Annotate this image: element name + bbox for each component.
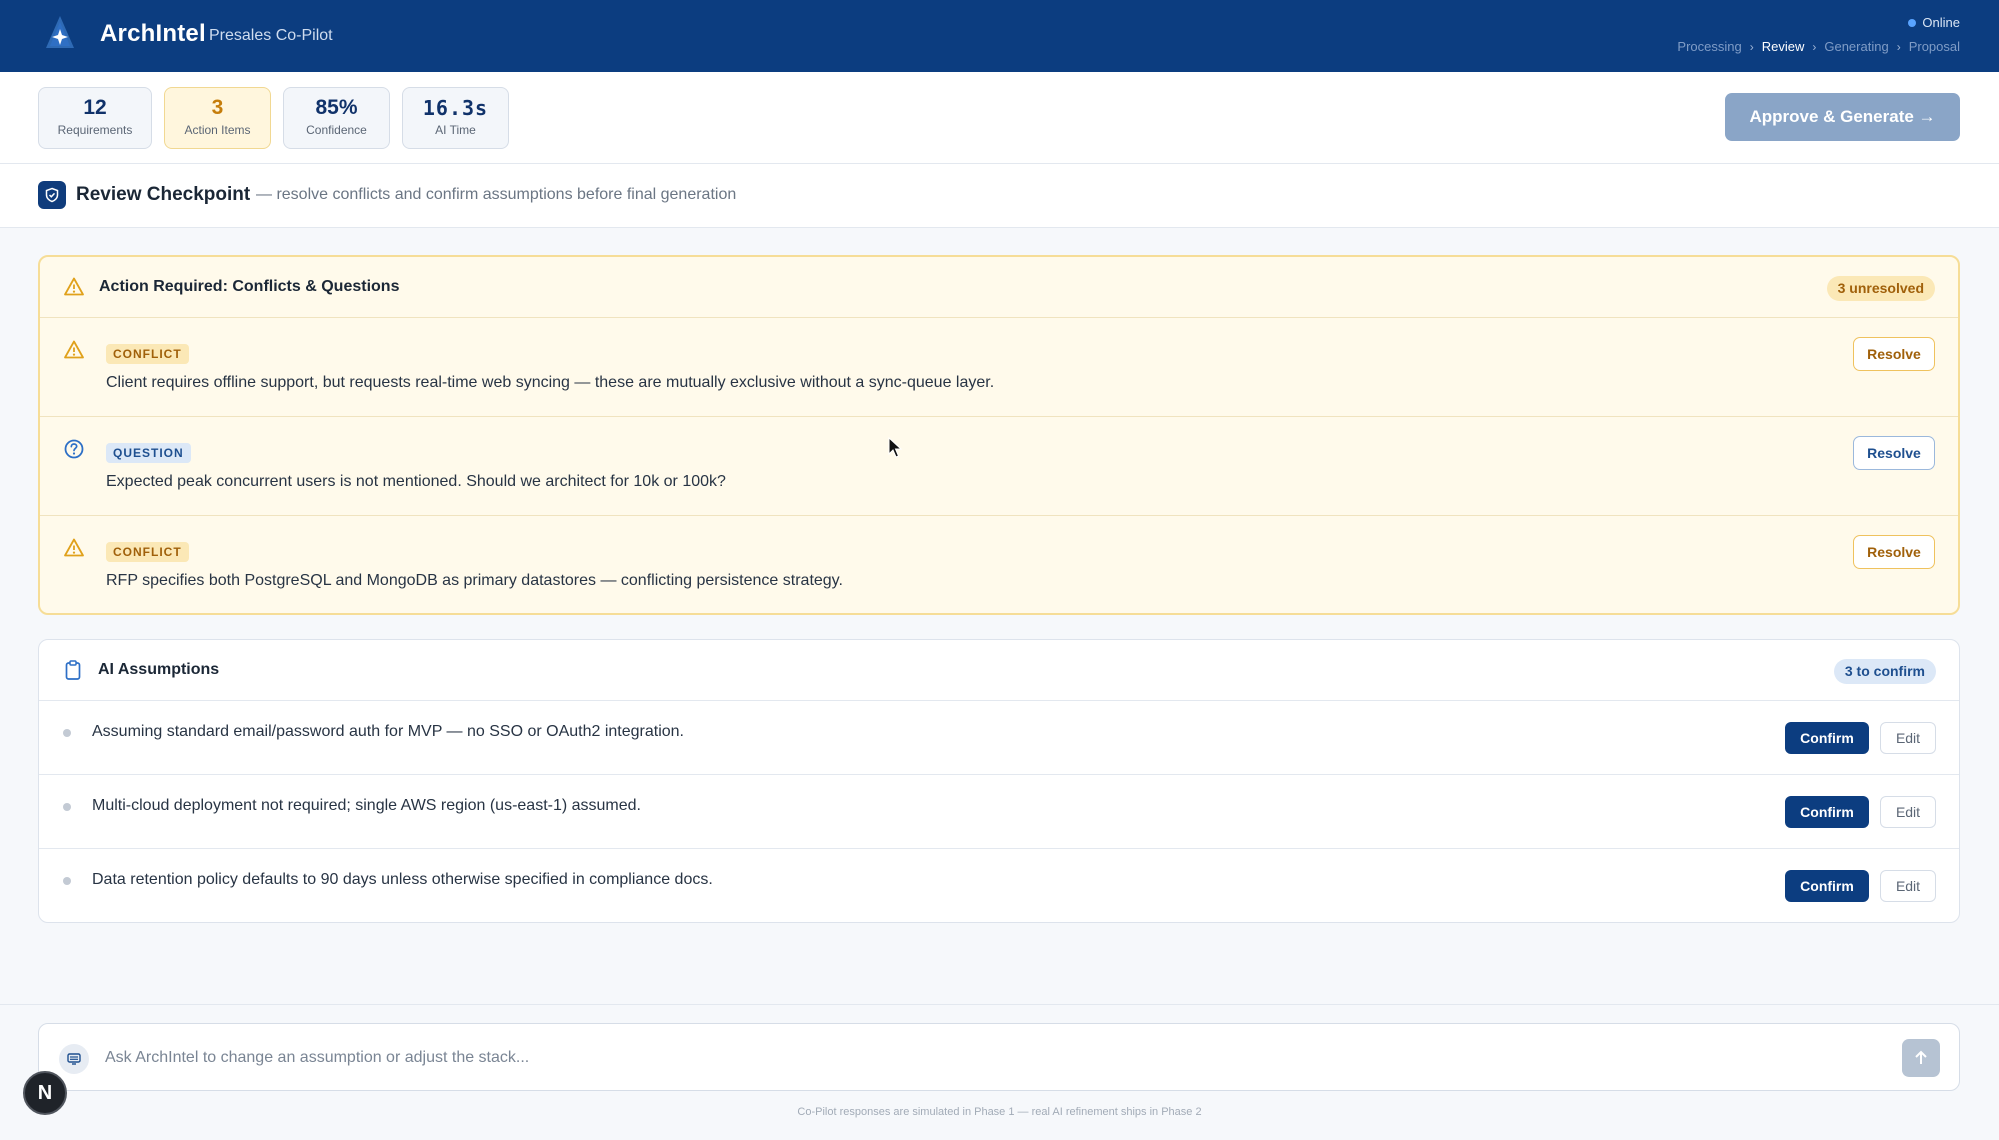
approve-generate-button[interactable]: Approve & Generate → — [1725, 93, 1960, 141]
assumption-row: Multi-cloud deployment not required; sin… — [39, 775, 1959, 849]
send-button[interactable] — [1902, 1039, 1940, 1077]
stat-requirements: 12 Requirements — [38, 87, 152, 149]
chat-input[interactable] — [105, 1042, 1805, 1074]
stat-label: Requirements — [57, 123, 133, 137]
stat-action-items: 3 Action Items — [164, 87, 271, 149]
status-label: Online — [1922, 15, 1960, 30]
edit-button[interactable]: Edit — [1880, 722, 1936, 754]
stat-value: 3 — [211, 96, 224, 119]
unresolved-badge: 3 unresolved — [1826, 276, 1935, 301]
resolve-button[interactable]: Resolve — [1853, 535, 1935, 569]
brand-name: ArchIntel — [100, 20, 206, 47]
step-review: Review — [1761, 39, 1805, 54]
to-confirm-badge: 3 to confirm — [1833, 659, 1936, 684]
issue-item: CONFLICT RFP specifies both PostgreSQL a… — [40, 516, 1958, 613]
mouse-cursor-icon — [888, 436, 904, 464]
action-required-card: Action Required: Conflicts & Questions 3… — [38, 255, 1960, 615]
stat-value: 12 — [83, 96, 107, 119]
page-title: Review Checkpoint — [76, 184, 251, 205]
chevron-right-icon: › — [1812, 39, 1817, 54]
user-avatar[interactable]: N — [23, 1071, 67, 1115]
chat-footnote: Co-Pilot responses are simulated in Phas… — [797, 1106, 1202, 1118]
ai-assumptions-header: AI Assumptions 3 to confirm — [39, 640, 1959, 701]
stat-confidence: 85% Confidence — [283, 87, 390, 149]
chat-bot-icon — [59, 1044, 89, 1074]
top-bar: ArchIntel Presales Co-Pilot Online Proce… — [0, 0, 1999, 72]
confirm-button[interactable]: Confirm — [1785, 722, 1869, 754]
warning-triangle-icon — [63, 537, 85, 564]
stat-value: 85% — [315, 96, 358, 119]
confirm-button[interactable]: Confirm — [1785, 870, 1869, 902]
status-dot-icon — [1908, 18, 1917, 27]
stat-label: Action Items — [184, 123, 251, 137]
stat-label: AI Time — [435, 123, 476, 137]
issue-text: Expected peak concurrent users is not me… — [106, 473, 726, 490]
assumption-row: Assuming standard email/password auth fo… — [39, 701, 1959, 775]
warning-triangle-icon — [63, 276, 85, 303]
stats-bar: 12 Requirements 3 Action Items 85% Confi… — [0, 72, 1999, 164]
page-subtitle: — resolve conflicts and confirm assumpti… — [256, 186, 737, 203]
assumption-text: Multi-cloud deployment not required; sin… — [92, 797, 641, 814]
stat-value: 16.3s — [422, 96, 489, 120]
stat-label: Confidence — [306, 123, 367, 137]
resolve-button[interactable]: Resolve — [1853, 436, 1935, 470]
question-tag: QUESTION — [106, 443, 191, 463]
bullet-icon — [63, 729, 71, 737]
edit-button[interactable]: Edit — [1880, 870, 1936, 902]
assumption-text: Data retention policy defaults to 90 day… — [92, 871, 713, 888]
issue-item: QUESTION Expected peak concurrent users … — [40, 417, 1958, 516]
question-circle-icon — [63, 438, 85, 465]
ai-assumptions-card: AI Assumptions 3 to confirm Assuming sta… — [38, 639, 1960, 923]
review-checkpoint-header: Review Checkpoint — resolve conflicts an… — [0, 164, 1999, 228]
action-required-title: Action Required: Conflicts & Questions — [99, 278, 400, 295]
chevron-right-icon: › — [1749, 39, 1754, 54]
connection-status: Online — [1908, 15, 1960, 30]
ai-assumptions-title: AI Assumptions — [98, 661, 220, 678]
chevron-right-icon: › — [1896, 39, 1901, 54]
bullet-icon — [63, 803, 71, 811]
shield-check-icon — [38, 181, 66, 209]
action-required-header: Action Required: Conflicts & Questions 3… — [40, 257, 1958, 318]
edit-button[interactable]: Edit — [1880, 796, 1936, 828]
warning-triangle-icon — [63, 339, 85, 366]
step-generating: Generating — [1824, 39, 1889, 54]
archintel-logo-icon — [40, 14, 80, 54]
issue-item: CONFLICT Client requires offline support… — [40, 318, 1958, 417]
arrow-up-icon — [1915, 1050, 1927, 1064]
conflict-tag: CONFLICT — [106, 542, 189, 562]
conflict-tag: CONFLICT — [106, 344, 189, 364]
progress-steps: Processing › Review › Generating › Propo… — [1677, 39, 1960, 54]
resolve-button[interactable]: Resolve — [1853, 337, 1935, 371]
confirm-button[interactable]: Confirm — [1785, 796, 1869, 828]
bullet-icon — [63, 877, 71, 885]
step-proposal: Proposal — [1908, 39, 1960, 54]
issue-text: RFP specifies both PostgreSQL and MongoD… — [106, 572, 843, 589]
clipboard-icon — [62, 659, 84, 686]
assumption-text: Assuming standard email/password auth fo… — [92, 723, 684, 740]
chat-area: Co-Pilot responses are simulated in Phas… — [0, 1004, 1999, 1140]
stat-ai-time: 16.3s AI Time — [402, 87, 509, 149]
issue-text: Client requires offline support, but req… — [106, 374, 995, 391]
brand-subtitle: Presales Co-Pilot — [209, 27, 333, 44]
assumption-row: Data retention policy defaults to 90 day… — [39, 849, 1959, 922]
step-processing: Processing — [1677, 39, 1742, 54]
chat-box — [38, 1023, 1960, 1091]
